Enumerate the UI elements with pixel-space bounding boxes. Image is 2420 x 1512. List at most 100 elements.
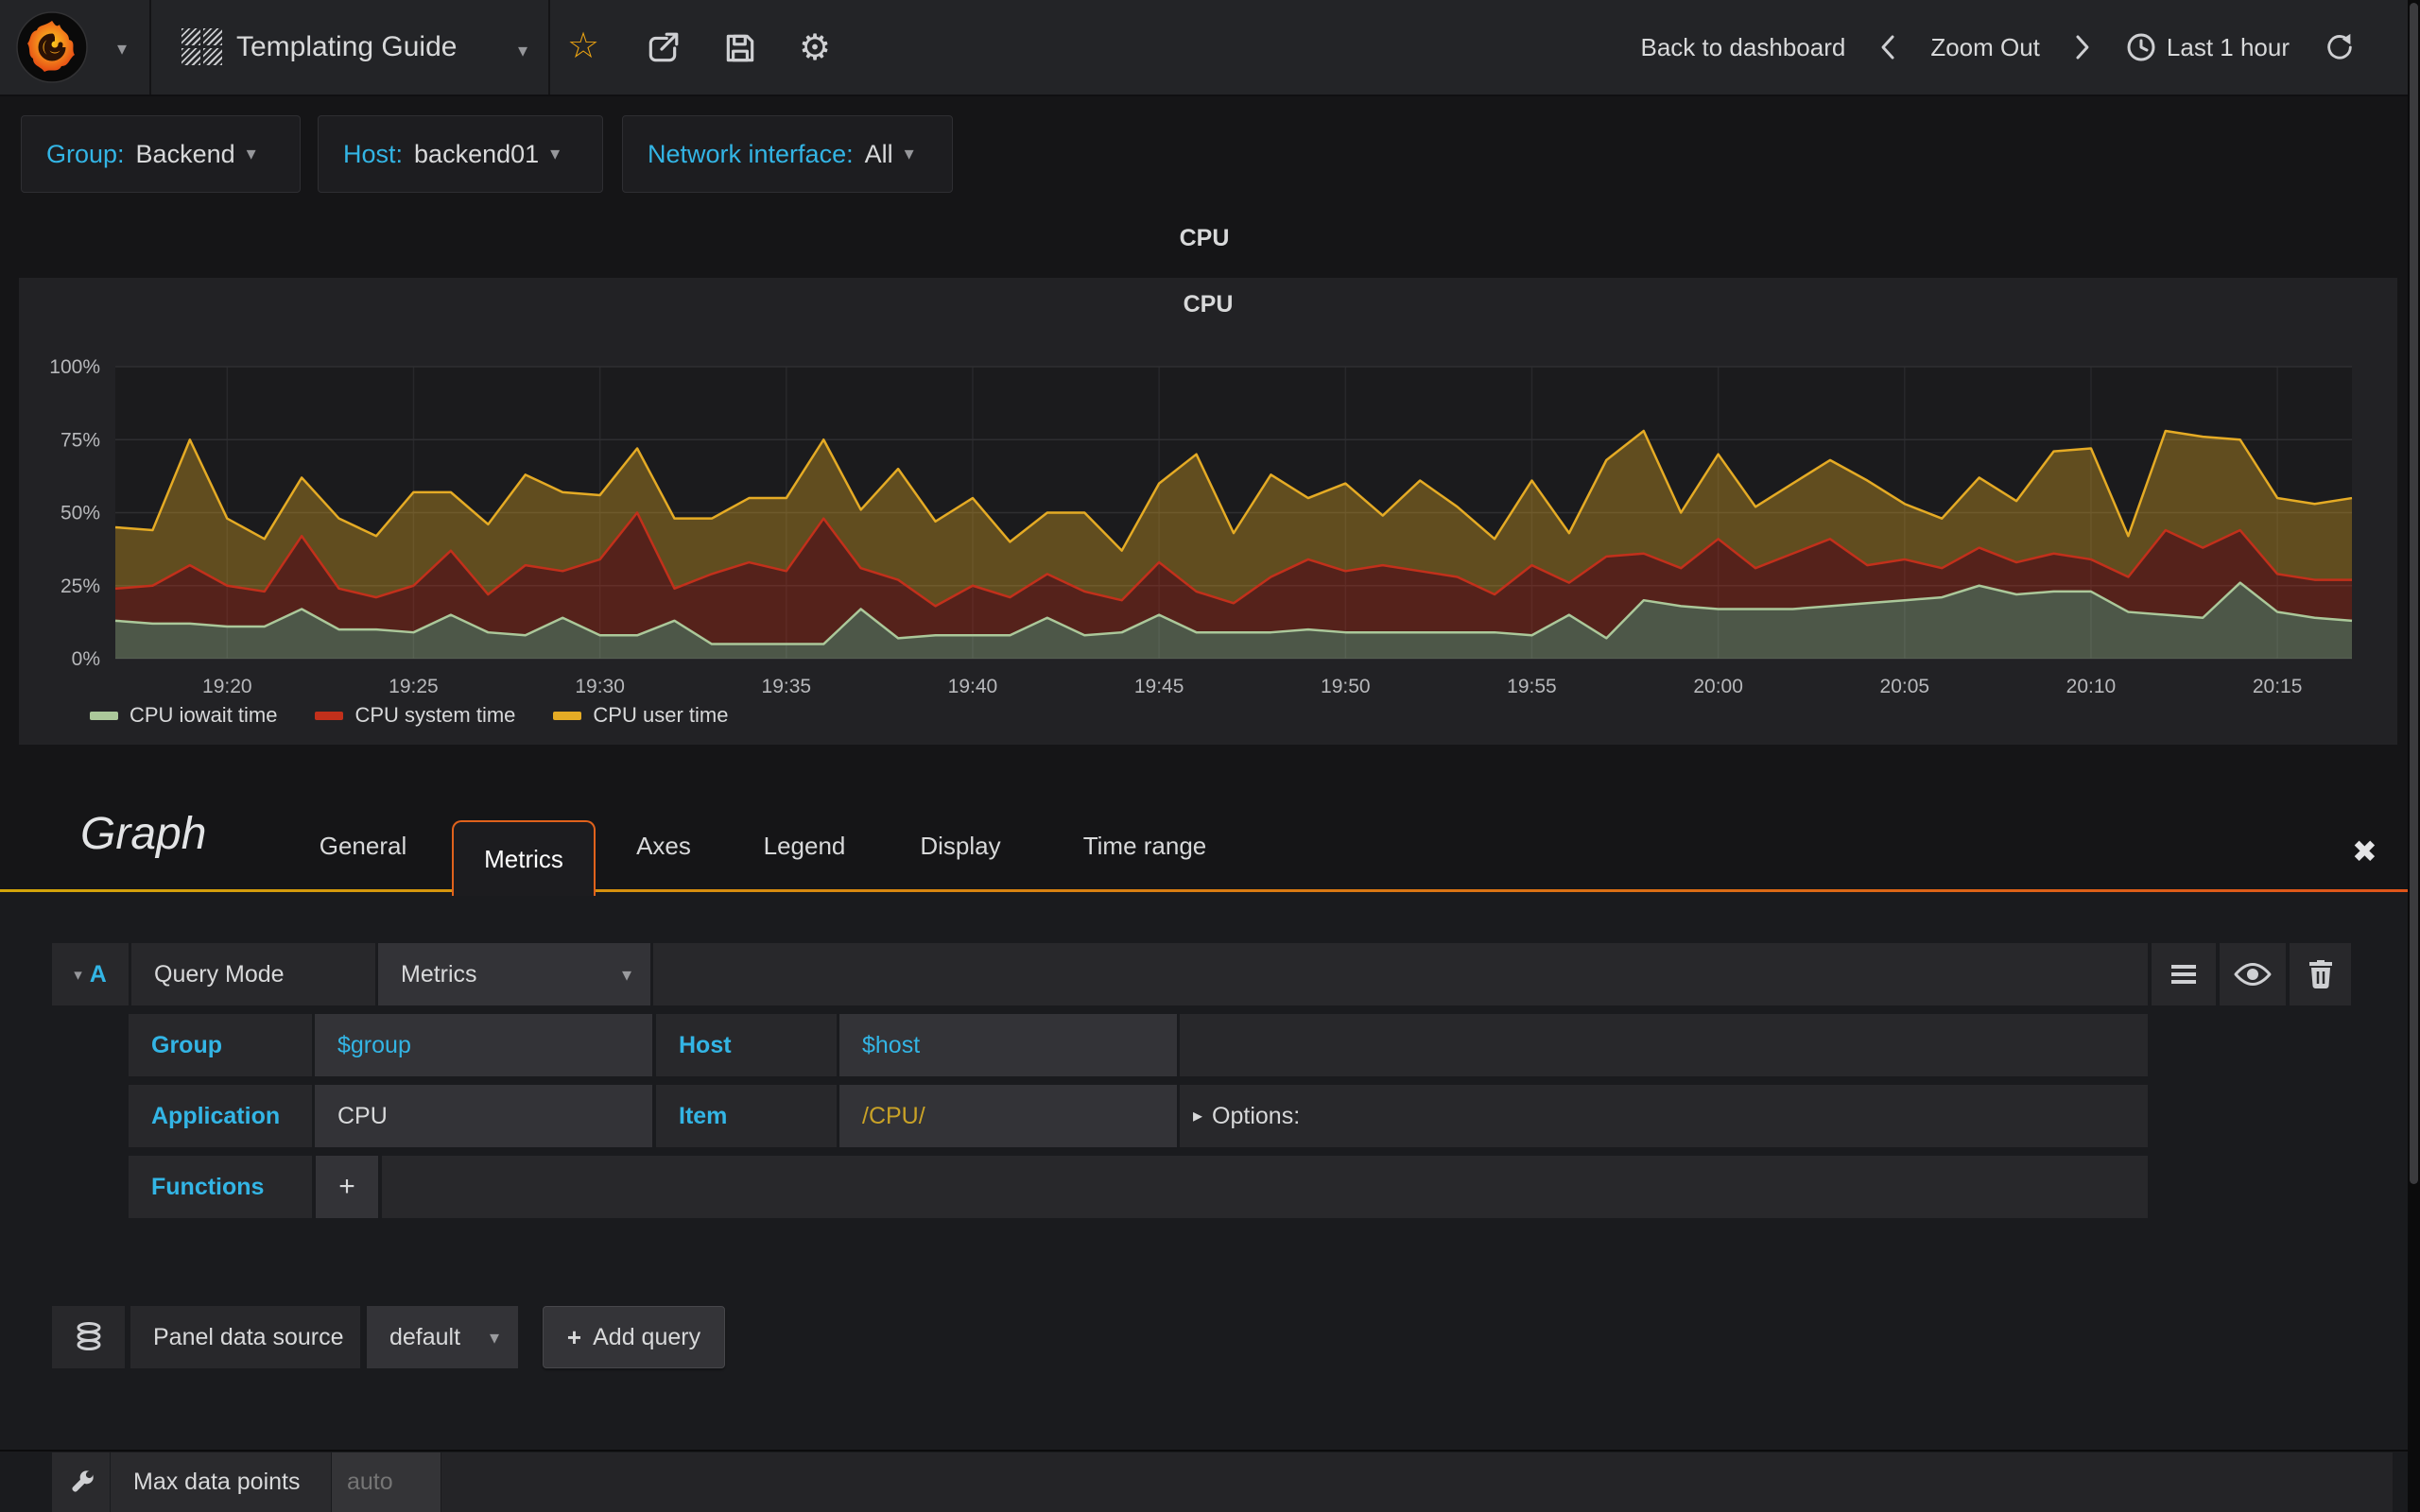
grafana-logo[interactable] [15, 10, 89, 84]
dashboard-row-title[interactable]: CPU [0, 225, 2409, 252]
navbar-divider [149, 0, 151, 94]
svg-text:20:00: 20:00 [1693, 676, 1743, 697]
share-icon[interactable] [645, 30, 681, 66]
eye-icon [2234, 961, 2272, 988]
svg-text:19:45: 19:45 [1134, 676, 1184, 697]
max-data-points-label: Max data points [111, 1452, 331, 1512]
tab-time-range[interactable]: Time range [1074, 832, 1216, 861]
tab-axes[interactable]: Axes [628, 832, 700, 861]
zoom-out-button[interactable]: Zoom Out [1930, 33, 2040, 62]
svg-text:20:10: 20:10 [2066, 676, 2117, 697]
query-mode-select[interactable]: Metrics ▾ [378, 943, 650, 1005]
datasource-select[interactable]: default ▾ [367, 1306, 518, 1368]
svg-text:0%: 0% [72, 648, 100, 670]
navbar: ▾ Templating Guide ▾ ☆ ⚙ Back to dashboa… [0, 0, 2420, 96]
gear-icon[interactable]: ⚙ [799, 26, 831, 69]
time-picker-button[interactable]: Last 1 hour [2125, 31, 2290, 63]
svg-text:19:30: 19:30 [575, 676, 625, 697]
database-icon [73, 1320, 105, 1354]
scrollbar-thumb[interactable] [2410, 3, 2418, 1184]
dashboard-title-caret-icon[interactable]: ▾ [518, 42, 527, 60]
legend-item[interactable]: CPU system time [315, 703, 515, 728]
add-function-button[interactable]: + [316, 1156, 378, 1218]
application-segment-input[interactable]: CPU [315, 1085, 652, 1147]
caret-down-icon: ▾ [550, 144, 561, 164]
cpu-graph-panel: CPU 19:20 19:25 19:30 19:35 19:40 19:45 19:50 1… [19, 278, 2397, 745]
legend-swatch [90, 711, 118, 720]
back-to-dashboard-button[interactable]: Back to dashboard [1641, 33, 1846, 62]
variable-value: backend01 [414, 139, 540, 168]
query-mode-value: Metrics [401, 960, 477, 988]
svg-text:20:15: 20:15 [2253, 676, 2303, 697]
legend-item[interactable]: CPU user time [553, 703, 728, 728]
caret-down-icon: ▾ [246, 144, 256, 164]
group-segment-input[interactable]: $group [315, 1014, 652, 1076]
svg-text:19:20: 19:20 [202, 676, 252, 697]
query-ref-id: A [89, 960, 107, 988]
query-row-spacer [1180, 1014, 2148, 1076]
section-divider [0, 1450, 2408, 1452]
svg-text:19:25: 19:25 [389, 676, 439, 697]
cpu-chart[interactable]: 19:20 19:25 19:30 19:35 19:40 19:45 19:50 19:55… [19, 278, 2397, 745]
variable-label: Host: [343, 139, 404, 168]
time-range-label: Last 1 hour [2166, 32, 2290, 61]
variable-dropdown-group[interactable]: Group: Backend ▾ [21, 115, 301, 193]
datasource-cell [52, 1306, 125, 1368]
wrench-icon [66, 1468, 96, 1498]
caret-down-icon: ▾ [74, 965, 82, 984]
variable-value: Backend [135, 139, 235, 168]
shift-time-back-icon[interactable] [1879, 34, 1896, 60]
tab-legend[interactable]: Legend [754, 832, 855, 861]
legend-swatch [315, 711, 344, 720]
variable-value: All [864, 139, 893, 168]
shift-time-forward-icon[interactable] [2074, 34, 2091, 60]
query-collapse-toggle[interactable]: ▾ A [52, 943, 129, 1005]
tab-metrics[interactable]: Metrics [452, 820, 596, 896]
options-toggle[interactable]: ▸ Options: [1180, 1085, 2148, 1147]
refresh-icon[interactable] [2324, 31, 2356, 63]
query-row-spacer [382, 1156, 2148, 1218]
add-query-button[interactable]: + Add query [543, 1306, 725, 1368]
chart-legend: CPU iowait time CPU system time CPU user… [90, 703, 728, 728]
legend-label: CPU system time [354, 703, 516, 727]
tab-general[interactable]: General [314, 832, 412, 861]
variable-label: Network interface: [648, 139, 854, 168]
navbar-divider [548, 0, 550, 94]
tab-display[interactable]: Display [915, 832, 1006, 861]
svg-text:19:40: 19:40 [948, 676, 998, 697]
caret-down-icon: ▾ [904, 144, 914, 164]
options-label: Options: [1212, 1102, 1301, 1129]
application-label: Application [129, 1085, 312, 1147]
legend-label: CPU iowait time [130, 703, 278, 727]
dashboard-title[interactable]: Templating Guide [236, 31, 457, 63]
query-menu-button[interactable] [2152, 943, 2216, 1005]
hamburger-menu-icon [2169, 963, 2198, 986]
host-label: Host [656, 1014, 837, 1076]
item-segment-input[interactable]: /CPU/ [839, 1085, 1177, 1147]
legend-item[interactable]: CPU iowait time [90, 703, 277, 728]
svg-text:19:50: 19:50 [1321, 676, 1371, 697]
logo-menu-caret-icon[interactable]: ▾ [117, 40, 127, 59]
panel-datasource-label: Panel data source [130, 1306, 360, 1368]
variable-dropdown-network-interface[interactable]: Network interface: All ▾ [622, 115, 953, 193]
panel-type-title: Graph [80, 809, 207, 859]
plus-icon: + [566, 1322, 582, 1351]
svg-text:25%: 25% [60, 576, 100, 597]
svg-text:20:05: 20:05 [1880, 676, 1930, 697]
legend-label: CPU user time [593, 703, 729, 727]
svg-text:100%: 100% [49, 356, 100, 378]
star-icon[interactable]: ☆ [567, 25, 599, 67]
caret-right-icon: ▸ [1193, 1106, 1203, 1126]
variable-dropdown-host[interactable]: Host: backend01 ▾ [318, 115, 603, 193]
close-icon[interactable]: ✖ [2352, 833, 2377, 869]
query-toggle-visibility-button[interactable] [2220, 943, 2286, 1005]
item-label: Item [656, 1085, 837, 1147]
panel-options-cell [52, 1452, 110, 1512]
host-segment-input[interactable]: $host [839, 1014, 1177, 1076]
save-icon[interactable] [722, 30, 758, 66]
max-data-points-input[interactable] [332, 1452, 441, 1512]
dashboard-grid-icon[interactable] [182, 28, 222, 65]
svg-text:19:55: 19:55 [1507, 676, 1557, 697]
query-delete-button[interactable] [2290, 943, 2351, 1005]
trash-icon [2307, 958, 2335, 990]
